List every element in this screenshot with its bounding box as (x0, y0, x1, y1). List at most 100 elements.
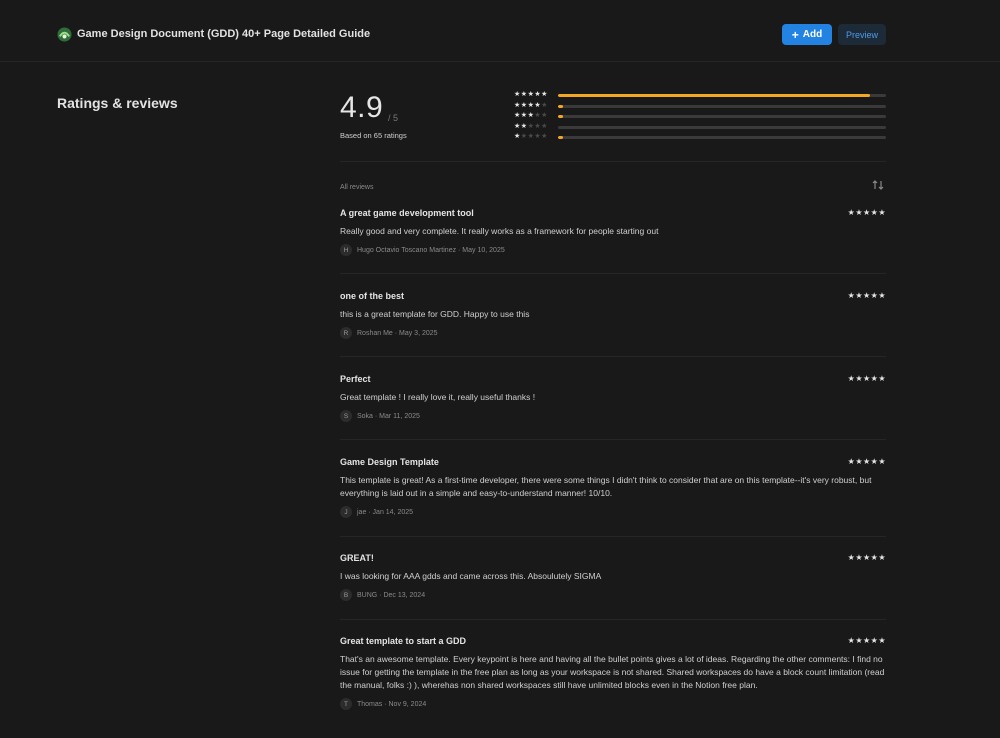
avatar: H (340, 244, 352, 256)
divider (340, 273, 886, 274)
divider (340, 536, 886, 537)
review-rating-stars: ★★★★★ (848, 291, 886, 300)
star-icon: ★ (520, 91, 528, 98)
rating-bar-4-star: ★★★★★ (514, 101, 886, 111)
star-icons: ★★★★★ (514, 122, 548, 132)
ratings-count: Based on 65 ratings (340, 131, 407, 140)
average-rating: 4.9 (340, 91, 384, 124)
star-icon: ★ (855, 457, 863, 466)
review-author-date: jae · Jan 14, 2025 (357, 508, 414, 516)
rating-bar-fill (558, 115, 563, 118)
review-item: Game Design Template ★★★★★ This template i… (340, 457, 886, 518)
star-icon: ★ (855, 553, 863, 562)
star-icon: ★ (862, 636, 871, 645)
star-icon: ★ (878, 291, 886, 300)
star-icon: ★ (855, 291, 863, 300)
review-author-date: BUNG · Dec 13, 2024 (357, 591, 426, 599)
star-icon: ★ (520, 133, 528, 140)
rating-bar-fill (558, 105, 563, 108)
review-rating-stars: ★★★★★ (848, 374, 886, 383)
rating-bar-fill (558, 136, 563, 139)
rating-max: / 5 (388, 113, 399, 123)
rating-bar-track (558, 126, 886, 129)
review-author-date: Soka · Mar 11, 2025 (357, 412, 420, 420)
star-icon: ★ (878, 208, 886, 217)
review-title: Great template to start a GDD (340, 636, 467, 646)
page-title: Game Design Document (GDD) 40+ Page Deta… (77, 28, 371, 40)
star-icons: ★★★★★ (514, 101, 548, 111)
review-meta: Jjae · Jan 14, 2025 (340, 506, 886, 518)
avatar: T (340, 698, 352, 710)
star-icon: ★ (878, 553, 886, 562)
rating-bar-track (558, 105, 886, 108)
rating-bar-fill (558, 94, 870, 97)
star-icon: ★ (878, 374, 886, 383)
star-icon: ★ (520, 123, 528, 130)
review-body: That's an awesome template. Every keypoi… (340, 654, 885, 690)
avatar: B (340, 589, 352, 601)
review-title: A great game development tool (340, 208, 474, 218)
avatar: R (340, 327, 352, 339)
star-icon: ★ (514, 112, 521, 119)
star-icon: ★ (862, 553, 871, 562)
rating-bar-3-star: ★★★★★ (514, 111, 886, 121)
review-rating-stars: ★★★★★ (848, 636, 886, 645)
divider (340, 439, 886, 440)
review-meta: S Soka · Mar 11, 2025 (340, 410, 886, 422)
review-rating-stars: ★★★★★ (848, 457, 886, 466)
star-icon: ★ (878, 636, 886, 645)
star-icon: ★ (855, 208, 863, 217)
rating-bar-track (558, 136, 886, 139)
template-logo-icon (57, 27, 72, 42)
star-icon: ★ (878, 457, 886, 466)
review-author-date: Roshan Me · May 3, 2025 (357, 329, 438, 337)
all-reviews-label: All reviews (340, 184, 374, 191)
review-item: GREAT! ★★★★★ I was looking for AAA gdds an… (340, 553, 886, 601)
star-icon: ★ (520, 102, 528, 109)
star-icons: ★★★★★ (514, 132, 548, 142)
page-header: Game Design Document (GDD) 40+ Page Deta… (0, 0, 1000, 62)
star-icon: ★ (862, 374, 871, 383)
rating-bar-track (558, 115, 886, 118)
review-body: Really good and very complete. It really… (340, 226, 659, 236)
divider (340, 356, 886, 357)
review-title: GREAT! (340, 553, 374, 563)
avatar: S (340, 410, 352, 422)
review-rating-stars: ★★★★★ (848, 553, 886, 562)
review-author-date: Hugo Octavio Toscano Martinez · May 10, … (357, 246, 505, 254)
rating-bar-2-star: ★★★★★ (514, 122, 886, 132)
plus-icon: + (791, 27, 799, 42)
review-item: one of the best ★★★★★ this is a great temp… (340, 291, 886, 339)
review-title: Game Design Template (340, 457, 439, 467)
rating-bar-5-star: ★★★★★ (514, 91, 886, 100)
divider (340, 619, 886, 620)
review-meta: H Hugo Octavio Toscano Martinez · May 10,… (340, 244, 886, 256)
sort-arrows-icon[interactable] (871, 178, 885, 192)
star-icon: ★ (514, 91, 521, 98)
review-author-date: Thomas · Nov 9, 2024 (357, 700, 427, 708)
review-meta: T Thomas · Nov 9, 2024 (340, 698, 886, 710)
add-button-label: Add (802, 29, 823, 40)
review-item: Perfect ★★★★★ Great template ! I really lo… (340, 374, 886, 422)
star-icon: ★ (541, 133, 548, 140)
add-button[interactable]: + Add (782, 24, 832, 45)
review-rating-stars: ★★★★★ (848, 208, 886, 217)
star-icon: ★ (541, 91, 548, 98)
star-icon: ★ (541, 102, 548, 109)
star-icons: ★★★★★ (514, 111, 548, 121)
review-meta: B BUNG · Dec 13, 2024 (340, 589, 886, 601)
divider (340, 161, 886, 162)
star-icon: ★ (541, 112, 548, 119)
review-body: Great template ! I really love it, reall… (340, 392, 536, 402)
star-icon: ★ (862, 457, 871, 466)
star-icon: ★ (520, 112, 528, 119)
review-body: I was looking for AAA gdds and came acro… (340, 571, 602, 581)
star-icon: ★ (855, 636, 863, 645)
star-icon: ★ (514, 102, 521, 109)
rating-bar-1-star: ★★★★★ (514, 132, 886, 142)
review-meta: R Roshan Me · May 3, 2025 (340, 327, 886, 339)
review-item: A great game development tool ★★★★★ Really… (340, 208, 886, 256)
review-item: Great template to start a GDD ★★★★★ That's… (340, 636, 886, 710)
preview-button[interactable]: Preview (838, 24, 886, 45)
rating-bar-track (558, 94, 886, 97)
